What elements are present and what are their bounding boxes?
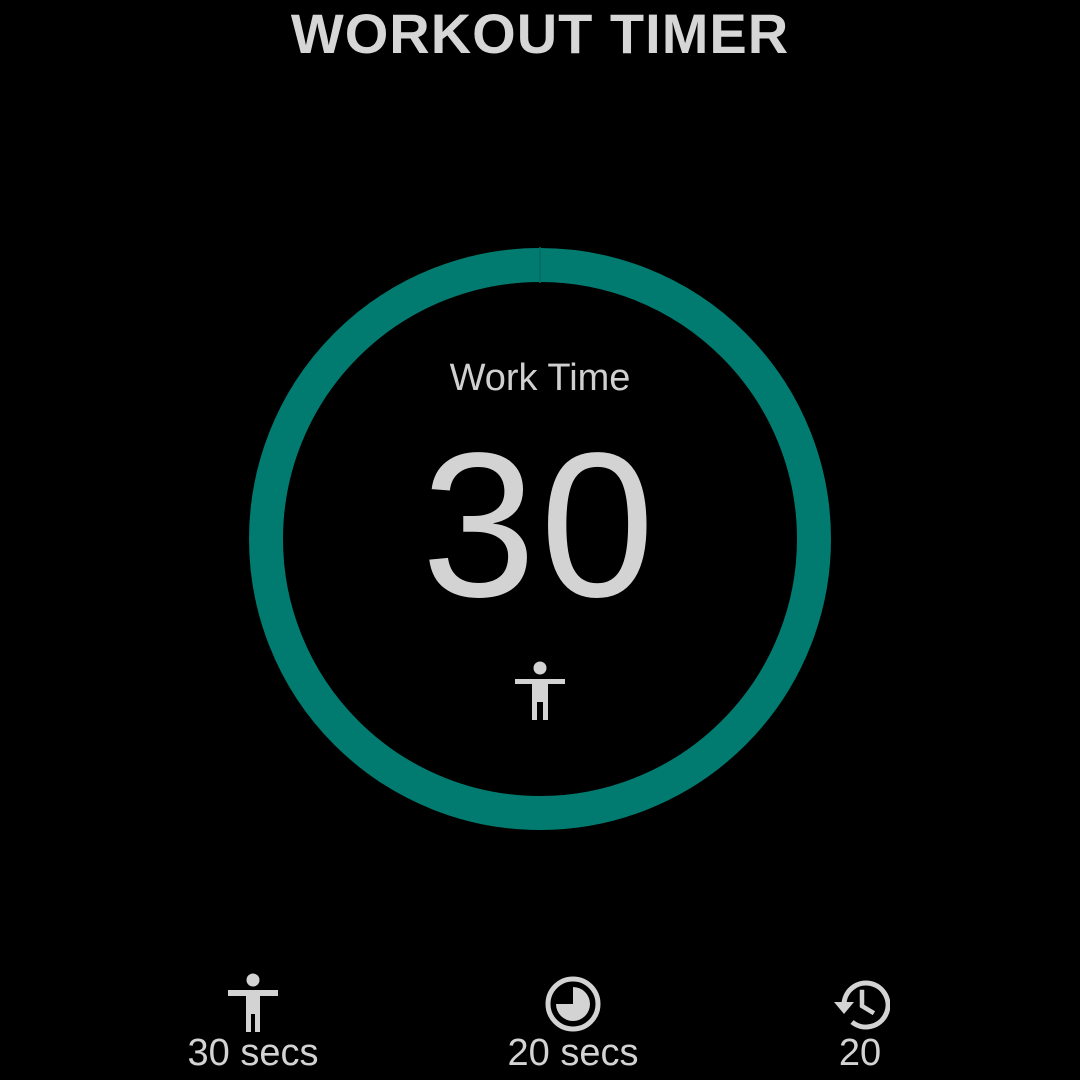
phase-label: Work Time	[449, 357, 631, 399]
stat-rest-time[interactable]: 20 secs	[453, 970, 693, 1074]
stats-bar: 30 secs 20 secs 20	[0, 970, 1080, 1080]
person-arms-out-icon	[223, 970, 283, 1034]
workout-timer-screen: WORKOUT TIMER Work Time 30 30 secs 20 se…	[0, 0, 1080, 1080]
person-arms-out-icon	[512, 660, 568, 722]
rest-time-value: 20 secs	[507, 1032, 639, 1074]
work-time-value: 30 secs	[187, 1032, 319, 1074]
page-title: WORKOUT TIMER	[290, 2, 790, 65]
stat-rounds[interactable]: 20	[740, 970, 980, 1074]
clock-pie-icon	[543, 970, 603, 1034]
rounds-value: 20	[838, 1032, 882, 1074]
stat-work-time[interactable]: 30 secs	[133, 970, 373, 1074]
countdown-display: 30	[421, 410, 659, 640]
history-icon	[830, 970, 891, 1034]
